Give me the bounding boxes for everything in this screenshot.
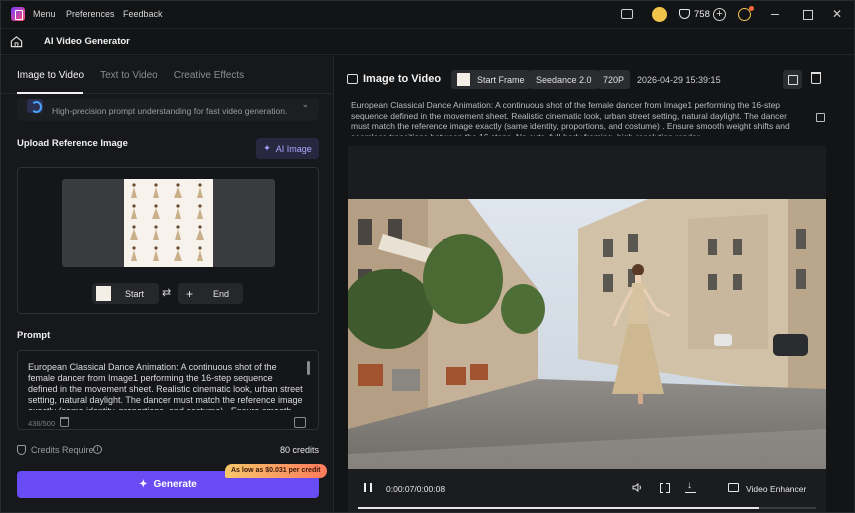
- edit-icon[interactable]: [783, 70, 802, 89]
- ai-image-button[interactable]: ✦ AI Image: [256, 138, 319, 159]
- close-button[interactable]: ✕: [830, 7, 844, 21]
- result-title: Image to Video: [363, 73, 442, 85]
- app-header: AI Video Generator: [1, 28, 854, 55]
- home-icon[interactable]: [10, 35, 23, 48]
- start-frame-thumbnail: [96, 286, 111, 301]
- start-frame-button[interactable]: Start: [92, 283, 159, 304]
- reference-image: [124, 179, 213, 267]
- end-label: End: [213, 288, 230, 299]
- maximize-button[interactable]: [800, 7, 814, 21]
- video-still: [348, 199, 826, 469]
- start-frame-thumbnail: [457, 73, 470, 86]
- menu-button[interactable]: Menu: [33, 9, 56, 19]
- end-frame-button[interactable]: + End: [178, 283, 243, 304]
- volume-icon[interactable]: [632, 483, 643, 492]
- prompt-label: Prompt: [17, 330, 51, 341]
- preferences-button[interactable]: Preferences: [66, 9, 115, 19]
- video-enhancer-button[interactable]: Video Enhancer: [746, 484, 806, 494]
- info-icon[interactable]: i: [93, 445, 102, 454]
- delete-icon[interactable]: [811, 72, 821, 84]
- video-enhancer-icon[interactable]: [728, 483, 739, 492]
- tab-text-to-video[interactable]: Text to Video: [100, 70, 158, 81]
- movement-sheet-image: [124, 179, 213, 267]
- active-tab-indicator: [17, 92, 83, 94]
- swap-icon[interactable]: ⇄: [162, 286, 171, 299]
- prompt-scrollbar[interactable]: [307, 361, 310, 375]
- tab-creative-effects[interactable]: Creative Effects: [174, 70, 244, 81]
- shield-icon: [17, 445, 26, 455]
- start-frame-chip: Start Frame: [451, 70, 531, 89]
- player-controls: 0:00:07/0:00:08 Video Enhancer: [348, 469, 826, 512]
- title-bar: Menu Preferences Feedback 758 + ✕: [1, 1, 854, 28]
- feedback-button[interactable]: Feedback: [123, 9, 163, 19]
- plus-icon: +: [186, 286, 194, 301]
- upload-label: Upload Reference Image: [17, 138, 128, 149]
- progress-bar[interactable]: [358, 507, 816, 509]
- credits-row: Credits Require i 80 credits: [17, 444, 319, 458]
- char-count: 436/500: [28, 419, 56, 428]
- prompt-text[interactable]: European Classical Dance Animation: A co…: [28, 362, 304, 410]
- page-title: AI Video Generator: [44, 36, 130, 47]
- app-logo-icon: [11, 7, 25, 21]
- coin-icon[interactable]: [652, 7, 667, 22]
- model-logo-icon: [27, 99, 43, 113]
- upload-reference-area[interactable]: Start ⇄ + End: [17, 167, 319, 314]
- image-icon: [347, 74, 358, 84]
- resolution-chip: 720P: [597, 70, 631, 89]
- message-icon[interactable]: [621, 9, 633, 19]
- result-panel: Image to Video Start Frame Seedance 2.0 …: [335, 56, 854, 512]
- add-credits-button[interactable]: +: [713, 8, 726, 21]
- playback-time: 0:00:07/0:00:08: [386, 484, 446, 494]
- credits-label: Credits Require: [31, 445, 94, 455]
- minimize-button[interactable]: [768, 7, 782, 21]
- diamond-icon: [679, 9, 690, 19]
- copy-icon[interactable]: [816, 113, 825, 122]
- reference-preview: [62, 179, 275, 267]
- pause-icon[interactable]: [364, 483, 372, 492]
- model-selector[interactable]: High-precision prompt understanding for …: [17, 99, 319, 121]
- result-prompt: European Classical Dance Animation: A co…: [351, 100, 790, 136]
- app-window: Menu Preferences Feedback 758 + ✕ AI Vid…: [0, 0, 855, 513]
- prompt-input[interactable]: European Classical Dance Animation: A co…: [17, 350, 319, 430]
- user-avatar-icon[interactable]: [738, 6, 754, 21]
- clear-prompt-icon[interactable]: [60, 417, 69, 427]
- tab-image-to-video[interactable]: Image to Video: [17, 70, 84, 81]
- generate-label: Generate: [153, 479, 197, 490]
- credit-balance: 758: [694, 9, 710, 20]
- model-description: High-precision prompt understanding for …: [52, 106, 288, 116]
- mode-tabs: Image to Video Text to Video Creative Ef…: [17, 70, 244, 81]
- video-player: 0:00:07/0:00:08 Video Enhancer: [348, 146, 826, 512]
- credits-value: 80 credits: [279, 445, 319, 455]
- sparkle-icon: ✦: [263, 143, 271, 153]
- progress-fill: [358, 507, 759, 509]
- generator-panel: Image to Video Text to Video Creative Ef…: [1, 56, 334, 512]
- timestamp: 2026-04-29 15:39:15: [637, 75, 721, 85]
- start-frame-chip-label: Start Frame: [477, 74, 525, 85]
- model-chip: Seedance 2.0: [530, 70, 598, 89]
- start-label: Start: [125, 288, 145, 299]
- chevron-down-icon[interactable]: ⌄: [301, 99, 309, 110]
- price-promo-badge: As low as $0.031 per credit: [225, 464, 327, 478]
- download-icon[interactable]: [685, 480, 696, 493]
- fullscreen-icon[interactable]: [660, 482, 670, 493]
- magic-wand-icon[interactable]: [294, 417, 306, 428]
- video-frame[interactable]: [348, 199, 826, 469]
- sparkle-icon: ✦: [139, 479, 148, 490]
- ai-image-label: AI Image: [275, 143, 312, 154]
